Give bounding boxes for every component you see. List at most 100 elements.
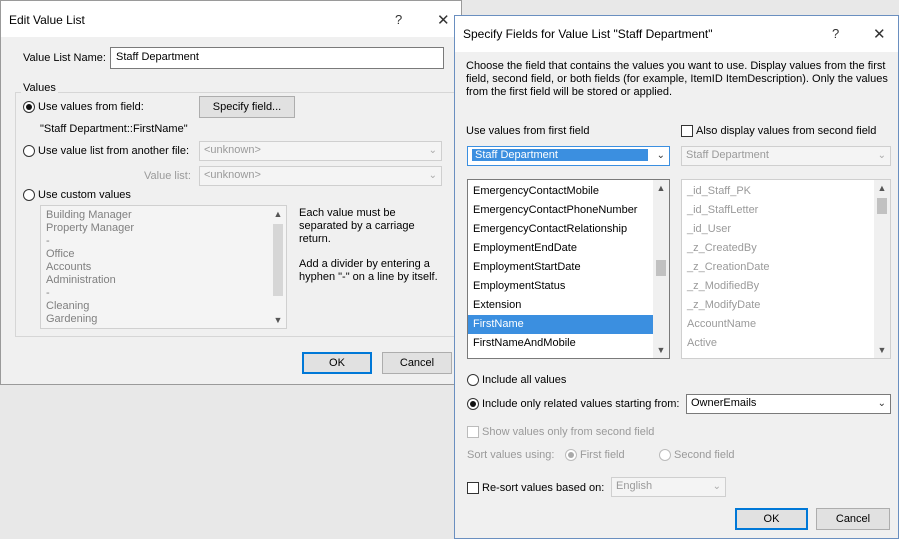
ok-button[interactable]: OK [302,352,372,374]
values-group-label: Values [21,82,58,94]
list-item[interactable]: EmploymentStatus [468,277,653,296]
list-item: _z_CreatedBy [687,242,757,254]
field-reference: "Staff Department::FirstName" [40,123,188,135]
first-table-value: Staff Department [472,149,648,161]
also-display-second-label[interactable]: Also display values from second field [696,125,876,137]
use-value-list-from-file-label[interactable]: Use value list from another file: [38,145,189,157]
scroll-up-icon[interactable]: ▲ [653,180,669,196]
list-item: _z_ModifiedBy [687,280,760,292]
also-display-second-checkbox[interactable] [681,125,693,137]
custom-value-line: - [46,287,50,299]
dialog-body: Value List Name: Staff Department Values… [1,37,461,384]
value-list-label: Value list: [144,170,191,182]
use-values-from-field-radio[interactable] [23,101,35,113]
language-select: English ⌄ [611,477,726,497]
value-list-name-label: Value List Name: [23,52,106,64]
resort-label[interactable]: Re-sort values based on: [482,482,604,494]
related-table-value: OwnerEmails [691,397,757,409]
list-item[interactable]: FirstName [468,315,653,334]
custom-value-line: Gardening [46,313,98,325]
list-item[interactable]: EmergencyContactRelationship [468,220,653,239]
chevron-down-icon: ⌄ [712,481,721,492]
include-related-values-radio[interactable] [467,398,479,410]
list-item: _id_Staff_PK [687,185,752,197]
custom-value-line: - [46,235,50,247]
description-text: Choose the field that contains the value… [466,60,888,98]
custom-value-line: Administration [46,274,116,286]
close-icon[interactable]: ✕ [437,11,450,29]
scroll-down-icon: ▼ [273,315,283,325]
cancel-button[interactable]: Cancel [382,352,452,374]
custom-values-list: Building Manager Property Manager - Office A… [46,209,134,326]
list-item: _z_ModifyDate [687,299,761,311]
edit-value-list-dialog: Edit Value List ? ✕ Value List Name: Sta… [0,0,462,385]
resort-checkbox[interactable] [467,482,479,494]
first-field-list[interactable]: EmergencyContactMobile EmergencyContactPh… [467,179,670,359]
list-item[interactable]: EmploymentStartDate [468,258,653,277]
scrollbar: ▲ ▼ [874,180,890,358]
file-select: <unknown> ⌄ [199,141,442,161]
scroll-down-icon[interactable]: ▼ [653,342,669,358]
dialog-title: Edit Value List [9,13,85,27]
close-icon[interactable]: ✕ [873,25,886,43]
list-item[interactable]: Extension [468,296,653,315]
sort-values-label: Sort values using: [467,449,555,461]
custom-value-line: Cleaning [46,300,90,312]
first-field-label: Use values from first field [466,125,590,137]
chevron-down-icon: ⌄ [656,150,665,161]
value-list-select-value: <unknown> [204,169,261,181]
custom-value-line: Accounts [46,261,92,273]
scrollbar-thumb[interactable] [656,260,666,276]
list-item: AccountName [687,318,757,330]
include-related-values-label[interactable]: Include only related values starting fro… [482,398,680,410]
custom-values-textarea: Building Manager Property Manager - Office A… [40,205,287,329]
second-table-value: Staff Department [686,149,769,161]
help-text-divider: Add a divider by entering a hyphen "-" o… [299,258,438,283]
chevron-down-icon: ⌄ [428,170,437,181]
use-values-from-field-label[interactable]: Use values from field: [38,101,144,113]
dialog-body: Choose the field that contains the value… [455,52,898,538]
list-item[interactable]: EmploymentEndDate [468,239,653,258]
ok-button[interactable]: OK [735,508,808,530]
second-table-select: Staff Department ⌄ [681,146,891,166]
sort-first-field-label: First field [580,449,625,461]
chevron-down-icon: ⌄ [877,398,886,409]
second-field-list: _id_Staff_PK _id_StaffLetter _id_User _z_Cr… [681,179,891,359]
use-custom-values-label[interactable]: Use custom values [38,189,131,201]
value-list-name-input[interactable]: Staff Department [110,47,444,69]
use-value-list-from-file-radio[interactable] [23,145,35,157]
scroll-up-icon: ▲ [273,209,283,219]
related-table-select[interactable]: OwnerEmails ⌄ [686,394,891,414]
value-list-select: <unknown> ⌄ [199,166,442,186]
help-icon[interactable]: ? [395,12,402,27]
list-item: _id_User [687,223,732,235]
scrollbar[interactable]: ▲ ▼ [653,180,669,358]
list-item: _id_StaffLetter [687,204,759,216]
second-field-rows: _id_Staff_PK _id_StaffLetter _id_User _z_Cr… [682,182,874,353]
specify-field-button[interactable]: Specify field... [199,96,295,118]
dialog-title: Specify Fields for Value List "Staff Dep… [463,27,713,41]
list-item: Active [687,337,717,349]
scroll-down-icon: ▼ [877,345,887,355]
first-table-select[interactable]: Staff Department ⌄ [467,146,670,166]
file-select-value: <unknown> [204,144,261,156]
first-field-rows: EmergencyContactMobile EmergencyContactPh… [468,182,653,353]
chevron-down-icon: ⌄ [428,145,437,156]
list-item[interactable]: EmergencyContactPhoneNumber [468,201,653,220]
chevron-down-icon: ⌄ [877,150,886,161]
help-icon[interactable]: ? [832,26,839,41]
include-all-values-label[interactable]: Include all values [482,374,566,386]
use-custom-values-radio[interactable] [23,189,35,201]
list-item[interactable]: EmergencyContactMobile [468,182,653,201]
list-item[interactable]: FirstNameAndMobile [468,334,653,353]
language-value: English [616,480,653,492]
scrollbar-thumb [273,224,283,296]
list-item: _z_CreationDate [687,261,770,273]
custom-value-line: Building Manager [46,209,132,221]
show-second-only-checkbox [467,426,479,438]
scroll-up-icon: ▲ [877,183,887,193]
show-second-only-label: Show values only from second field [482,426,655,438]
custom-value-line: Property Manager [46,222,135,234]
cancel-button[interactable]: Cancel [816,508,890,530]
include-all-values-radio[interactable] [467,374,479,386]
